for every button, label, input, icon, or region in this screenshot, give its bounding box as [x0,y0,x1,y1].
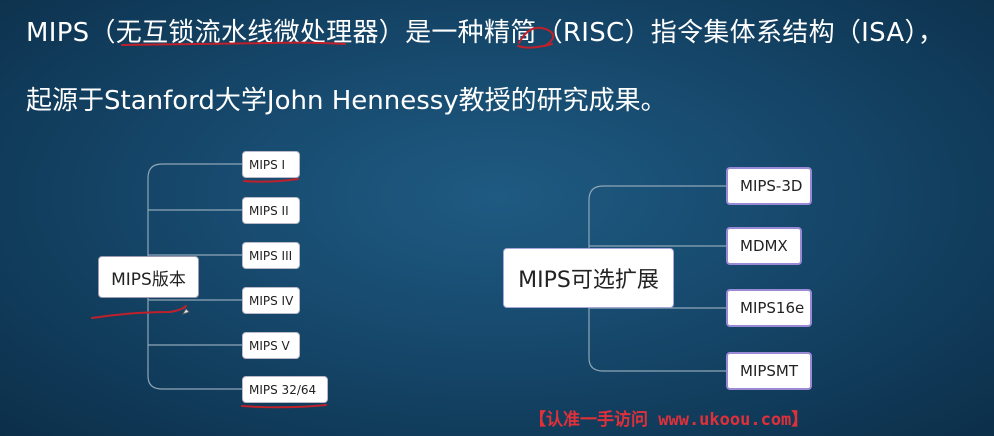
node-mips-32-64[interactable]: MIPS 32/64 [242,376,328,403]
node-mips-ii[interactable]: MIPS II [242,197,300,224]
node-mips-iv[interactable]: MIPS IV [242,287,300,314]
node-mips-v[interactable]: MIPS V [242,332,300,359]
node-mipsmt[interactable]: MIPSMT [726,352,812,390]
node-mips-i[interactable]: MIPS I [242,151,300,178]
node-mips-3d[interactable]: MIPS-3D [726,167,812,205]
node-mips-iii[interactable]: MIPS III [242,242,300,269]
mindmap-connectors [147,163,726,390]
mips-versions-root[interactable]: MIPS版本 [98,256,199,298]
footer-watermark: 【认准一手访问 www.ukoou.com】 [529,410,809,430]
node-mdmx[interactable]: MDMX [726,227,802,265]
node-mips16e[interactable]: MIPS16e [726,289,812,327]
mips-extensions-root[interactable]: MIPS可选扩展 [503,248,674,308]
